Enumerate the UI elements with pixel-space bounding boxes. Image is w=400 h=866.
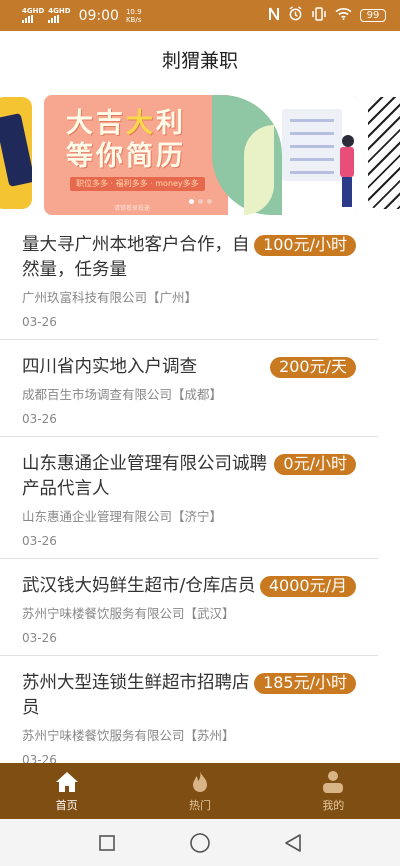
job-company: 山东惠通企业管理有限公司【济宁】 bbox=[22, 509, 223, 524]
tab-label: 首页 bbox=[55, 798, 78, 812]
banner-prev-slide[interactable] bbox=[0, 97, 32, 209]
battery-icon: 99 bbox=[360, 9, 386, 22]
back-button[interactable] bbox=[278, 828, 308, 858]
banner-tags: 职位多多 · 福利多多 · money多多 bbox=[70, 177, 205, 191]
carousel-dot-active bbox=[189, 199, 194, 204]
salary-badge: 200元/天 bbox=[270, 357, 356, 378]
person-illustration-legs bbox=[342, 177, 352, 207]
app-header: 刺猬兼职 bbox=[0, 31, 400, 91]
tab-label: 我的 bbox=[322, 798, 345, 812]
bottom-tab-bar: 首页 热门 我的 bbox=[0, 763, 400, 819]
job-list-item[interactable]: 山东惠通企业管理有限公司诚聘产品代言人 0元/小时山东惠通企业管理有限公司【济宁】… bbox=[0, 437, 378, 559]
job-date: 03-26 bbox=[22, 631, 57, 645]
job-company: 成都百生市场调查有限公司【成都】 bbox=[22, 387, 223, 402]
alarm-icon bbox=[288, 6, 303, 25]
salary-badge: 185元/小时 bbox=[254, 673, 356, 694]
status-bar: 4GHD 4GHD 09:00 10.9 KB/s 99 bbox=[0, 0, 400, 31]
job-list-item[interactable]: 量大寻广州本地客户合作，自然量，任务量 100元/小时广州玖富科技有限公司【广州】… bbox=[0, 218, 378, 340]
circle-icon bbox=[190, 832, 210, 853]
home-icon bbox=[55, 770, 79, 794]
banner-footer-text: 请锁看录投递 bbox=[114, 205, 151, 212]
job-title: 武汉钱大妈鲜生超市/仓库店员 bbox=[22, 576, 256, 596]
flame-icon bbox=[188, 770, 212, 794]
job-list-item[interactable]: 武汉钱大妈鲜生超市/仓库店员 4000元/月苏州宁味楼餐饮服务有限公司【武汉】 03… bbox=[0, 559, 378, 656]
job-title: 量大寻广州本地客户合作，自然量，任务量 bbox=[22, 235, 250, 280]
user-icon bbox=[321, 770, 345, 794]
person-illustration-head bbox=[342, 135, 354, 147]
tab-mine[interactable]: 我的 bbox=[267, 763, 400, 819]
triangle-back-icon bbox=[285, 833, 302, 852]
job-list[interactable]: 量大寻广州本地客户合作，自然量，任务量 100元/小时广州玖富科技有限公司【广州】… bbox=[0, 218, 400, 763]
carousel-dot bbox=[198, 199, 203, 204]
tab-home[interactable]: 首页 bbox=[0, 763, 133, 819]
job-date: 03-26 bbox=[22, 534, 57, 548]
job-list-item[interactable]: 四川省内实地入户调查 200元/天成都百生市场调查有限公司【成都】 03-26 bbox=[0, 340, 378, 437]
job-company: 苏州宁味楼餐饮服务有限公司【苏州】 bbox=[22, 728, 235, 743]
salary-badge: 4000元/月 bbox=[259, 576, 356, 597]
banner-headline: 大吉大利 等你简历 bbox=[66, 108, 186, 172]
tab-label: 热门 bbox=[188, 798, 211, 812]
nfc-icon bbox=[268, 6, 280, 25]
status-time: 09:00 bbox=[78, 7, 119, 24]
banner-slide[interactable]: 大吉大利 等你简历 职位多多 · 福利多多 · money多多 请锁看录投递 bbox=[44, 95, 358, 215]
vibrate-icon bbox=[311, 6, 327, 25]
page-title: 刺猬兼职 bbox=[161, 50, 238, 72]
cellular-signal-icon-2: 4GHD bbox=[48, 8, 71, 23]
job-title: 四川省内实地入户调查 bbox=[22, 357, 197, 377]
tab-hot[interactable]: 热门 bbox=[133, 763, 266, 819]
job-title: 山东惠通企业管理有限公司诚聘产品代言人 bbox=[22, 454, 267, 499]
square-icon bbox=[98, 834, 115, 851]
system-nav-bar bbox=[0, 819, 400, 866]
carousel-dot bbox=[207, 199, 212, 204]
home-button[interactable] bbox=[185, 828, 215, 858]
person-illustration-body bbox=[340, 147, 354, 177]
salary-badge: 100元/小时 bbox=[254, 235, 356, 256]
banner-carousel[interactable]: 大吉大利 等你简历 职位多多 · 福利多多 · money多多 请锁看录投递 bbox=[0, 91, 400, 218]
carousel-indicator bbox=[189, 199, 212, 204]
job-company: 苏州宁味楼餐饮服务有限公司【武汉】 bbox=[22, 606, 235, 621]
job-date: 03-26 bbox=[22, 412, 57, 426]
job-list-item[interactable]: 苏州大型连锁生鲜超市招聘店员 185元/小时苏州宁味楼餐饮服务有限公司【苏州】 03… bbox=[0, 656, 378, 763]
banner-next-slide[interactable] bbox=[368, 97, 400, 209]
net-speed: 10.9 KB/s bbox=[125, 7, 142, 24]
job-date: 03-26 bbox=[22, 315, 57, 329]
cellular-signal-icon: 4GHD bbox=[22, 8, 44, 23]
job-title: 苏州大型连锁生鲜超市招聘店员 bbox=[22, 673, 250, 718]
job-date: 03-26 bbox=[22, 753, 57, 763]
recent-apps-button[interactable] bbox=[92, 828, 122, 858]
salary-badge: 0元/小时 bbox=[274, 454, 356, 475]
wifi-icon bbox=[335, 7, 352, 24]
resume-document-illustration bbox=[282, 109, 342, 181]
job-company: 广州玖富科技有限公司【广州】 bbox=[22, 290, 198, 305]
